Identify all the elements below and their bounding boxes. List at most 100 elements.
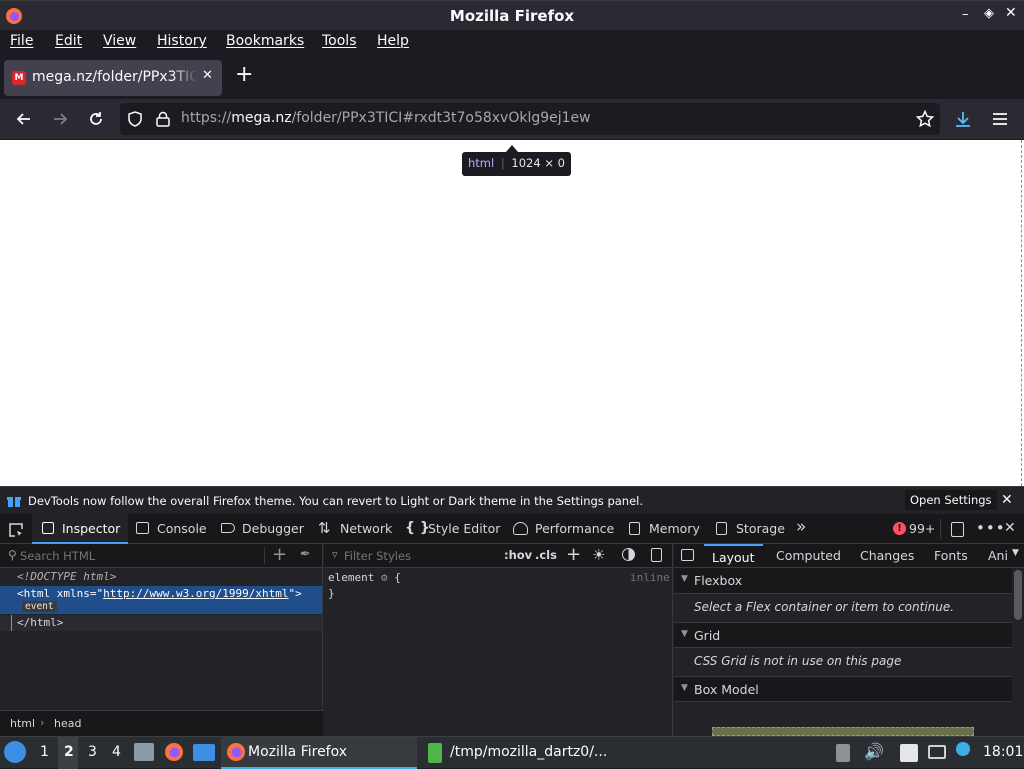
element-picker-icon[interactable] bbox=[8, 522, 24, 541]
menu-file[interactable]: File bbox=[10, 33, 33, 49]
gear-icon[interactable]: ⚙ bbox=[381, 571, 388, 584]
filter-styles-input[interactable] bbox=[344, 546, 504, 566]
back-icon[interactable] bbox=[14, 109, 34, 133]
network-tray-icon[interactable] bbox=[928, 745, 946, 759]
search-html-input[interactable] bbox=[20, 546, 260, 566]
responsive-design-icon[interactable] bbox=[951, 522, 964, 537]
tracking-shield-icon[interactable] bbox=[126, 110, 144, 132]
menu-view[interactable]: View bbox=[103, 33, 136, 49]
box-model-title: Box Model bbox=[694, 682, 759, 697]
menu-tools[interactable]: Tools bbox=[322, 33, 357, 49]
notes-tray-icon[interactable] bbox=[900, 744, 918, 762]
add-rule-icon[interactable]: + bbox=[566, 544, 581, 565]
bookmark-star-icon[interactable] bbox=[915, 109, 935, 133]
menu-bookmarks[interactable]: Bookmarks bbox=[226, 33, 304, 49]
box-model-margin bbox=[712, 727, 974, 736]
archive-icon bbox=[428, 743, 442, 763]
desktop-4[interactable]: 4 bbox=[112, 744, 121, 760]
sidebar-tab-computed[interactable]: Computed bbox=[776, 548, 841, 563]
volume-icon[interactable]: 🔊 bbox=[864, 742, 884, 761]
hamburger-menu-icon[interactable] bbox=[990, 109, 1010, 133]
toggle-panel-icon[interactable] bbox=[681, 549, 694, 561]
filter-icon: ▿ bbox=[332, 548, 338, 561]
sidebar-tab-fonts[interactable]: Fonts bbox=[934, 548, 968, 563]
sidebar-tab-changes[interactable]: Changes bbox=[860, 548, 914, 563]
flexbox-section-header[interactable]: ▼ Flexbox bbox=[674, 568, 1012, 594]
hov-toggle[interactable]: :hov bbox=[504, 548, 532, 562]
tab-style-editor[interactable]: Style Editor bbox=[428, 521, 500, 536]
updates-tray-icon[interactable] bbox=[956, 742, 970, 756]
sidebar-scrollbar[interactable] bbox=[1014, 570, 1022, 620]
breadcrumb-head[interactable]: head bbox=[54, 717, 81, 730]
markup-html-close-row[interactable]: </html> bbox=[0, 615, 322, 631]
markup-doctype[interactable]: <!DOCTYPE html> bbox=[17, 570, 116, 583]
more-options-icon[interactable]: ••• bbox=[976, 519, 1006, 537]
tab-network[interactable]: Network bbox=[340, 521, 392, 536]
task-archive[interactable]: /tmp/mozilla_dartz0/... bbox=[424, 737, 620, 769]
close-window-icon[interactable]: ✕ bbox=[1005, 5, 1017, 21]
clipboard-tray-icon[interactable] bbox=[836, 744, 850, 762]
sidebar-dropdown-icon[interactable]: ▼ bbox=[1012, 548, 1019, 558]
firefox-launcher-icon[interactable] bbox=[164, 742, 184, 766]
desktop-1[interactable]: 1 bbox=[40, 744, 49, 760]
new-tab-icon[interactable]: + bbox=[235, 64, 253, 86]
menu-edit[interactable]: Edit bbox=[55, 33, 82, 49]
sidebar-tab-layout[interactable]: Layout bbox=[704, 544, 763, 568]
more-tabs-chevron-icon[interactable]: » bbox=[796, 517, 806, 537]
toolbar-divider bbox=[940, 519, 941, 539]
tab-performance[interactable]: Performance bbox=[535, 521, 614, 536]
highlighter-guide bbox=[1021, 140, 1022, 486]
markup-html-node-selected[interactable]: <html xmlns="http://www.w3.org/1999/xhtm… bbox=[0, 586, 322, 614]
url-path: /folder/PPx3TICI#rxdt3t7o58xvOklg9ej1ew bbox=[291, 110, 591, 126]
light-scheme-icon[interactable]: ☀ bbox=[592, 546, 605, 564]
menu-help[interactable]: Help bbox=[377, 33, 409, 49]
downloads-icon[interactable] bbox=[953, 109, 973, 133]
close-devtools-icon[interactable]: ✕ bbox=[1004, 520, 1016, 536]
error-icon[interactable]: ! bbox=[893, 522, 906, 535]
memory-icon bbox=[629, 522, 640, 535]
menu-history[interactable]: History bbox=[157, 33, 207, 49]
url-text[interactable]: https://mega.nz/folder/PPx3TICI#rxdt3t7o… bbox=[181, 110, 591, 126]
print-media-icon[interactable] bbox=[651, 548, 662, 562]
clock[interactable]: 18:01 bbox=[983, 744, 1023, 760]
xmlns-link[interactable]: http://www.w3.org/1999/xhtml bbox=[103, 587, 288, 600]
desktop-2-active[interactable]: 2 bbox=[58, 737, 78, 769]
browser-tab[interactable]: M mega.nz/folder/PPx3TICI ✕ bbox=[4, 60, 222, 96]
task-firefox[interactable]: Mozilla Firefox bbox=[221, 737, 417, 769]
window-titlebar: Mozilla Firefox – ◈ ✕ bbox=[0, 0, 1024, 30]
expand-grid-icon: ▼ bbox=[681, 629, 688, 639]
tab-inspector[interactable]: Inspector bbox=[32, 514, 128, 544]
lock-icon[interactable] bbox=[154, 110, 172, 132]
add-node-icon[interactable]: + bbox=[272, 544, 287, 565]
grid-section-header[interactable]: ▼ Grid bbox=[674, 622, 1012, 648]
file-manager-icon[interactable] bbox=[134, 743, 154, 761]
dark-scheme-icon[interactable] bbox=[622, 548, 635, 561]
breadcrumb-html[interactable]: html bbox=[10, 717, 35, 730]
minimize-icon[interactable]: – bbox=[962, 7, 969, 22]
app-launcher-icon[interactable] bbox=[4, 741, 26, 763]
box-model-section-header[interactable]: ▼ Box Model bbox=[674, 676, 1012, 702]
sidebar-tab-animations[interactable]: Ani bbox=[988, 548, 1012, 563]
node-infobar: html | 1024 × 0 bbox=[462, 152, 571, 176]
error-count[interactable]: 99+ bbox=[909, 521, 935, 536]
cls-toggle[interactable]: .cls bbox=[535, 548, 557, 562]
show-desktop-icon[interactable] bbox=[193, 744, 215, 761]
desktop-3[interactable]: 3 bbox=[88, 744, 97, 760]
tab-memory[interactable]: Memory bbox=[649, 521, 700, 536]
tab-storage[interactable]: Storage bbox=[736, 521, 785, 536]
tab-debugger[interactable]: Debugger bbox=[242, 521, 304, 536]
navigation-bar: https://mega.nz/folder/PPx3TICI#rxdt3t7o… bbox=[0, 99, 1024, 139]
close-tab-icon[interactable]: ✕ bbox=[202, 68, 213, 83]
forward-icon[interactable] bbox=[50, 109, 70, 133]
rule-element[interactable]: element ⚙ { bbox=[328, 571, 401, 584]
tab-console[interactable]: Console bbox=[157, 521, 207, 536]
eyedropper-icon[interactable]: ✒ bbox=[300, 547, 311, 562]
maximize-icon[interactable]: ◈ bbox=[984, 6, 994, 21]
event-badge[interactable]: event bbox=[22, 601, 57, 612]
close-notification-icon[interactable]: ✕ bbox=[1001, 492, 1013, 508]
url-bar[interactable]: https://mega.nz/folder/PPx3TICI#rxdt3t7o… bbox=[120, 103, 940, 135]
open-settings-button[interactable]: Open Settings bbox=[905, 490, 997, 510]
rule-source: inline bbox=[630, 571, 670, 584]
reload-icon[interactable] bbox=[86, 109, 106, 133]
performance-icon bbox=[513, 522, 528, 535]
